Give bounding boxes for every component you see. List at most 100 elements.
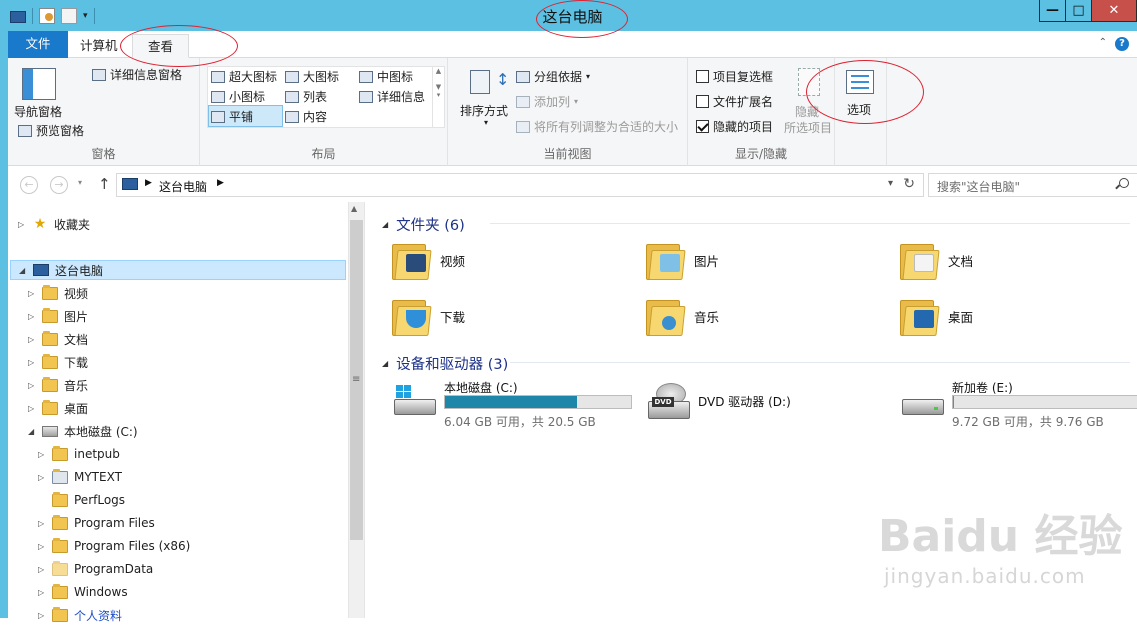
section-title: 文件夹 (6) (396, 218, 465, 234)
add-columns-button[interactable]: 添加列 ▾ (516, 93, 578, 110)
sort-by-button[interactable]: 排序方式 (460, 102, 508, 119)
tree-item[interactable]: ▷ ProgramData (38, 559, 153, 579)
chevron-down-icon[interactable]: ▾ (888, 178, 893, 189)
layout-content[interactable]: 内容 (285, 108, 327, 125)
chevron-up-icon[interactable]: ⌃ (1099, 37, 1107, 48)
layout-tiles[interactable]: 平铺 (211, 108, 253, 125)
chevron-right-icon[interactable]: ▶ (145, 178, 152, 188)
tree-item-local-disk[interactable]: ◢ 本地磁盘 (C:) (28, 421, 138, 441)
tree-item[interactable]: ▷ 音乐 (28, 375, 88, 395)
search-icon[interactable] (1119, 178, 1129, 188)
drive-item-e[interactable]: 新加卷 (E:) 9.72 GB 可用，共 9.76 GB (900, 379, 1137, 435)
expand-icon[interactable]: ▷ (28, 289, 36, 298)
video-folder-icon (392, 240, 432, 280)
hidden-items-toggle[interactable]: 隐藏的项目 (696, 118, 773, 135)
details-pane-button[interactable]: 详细信息窗格 (92, 66, 182, 83)
tree-item[interactable]: ▷ Windows (38, 582, 128, 602)
group-by-button[interactable]: 分组依据 ▾ (516, 68, 590, 85)
tree-item-favorites[interactable]: ▷ ★ 收藏夹 (18, 214, 90, 234)
folder-item[interactable]: 图片 (646, 240, 719, 280)
drive-item-c[interactable]: 本地磁盘 (C:) 6.04 GB 可用，共 20.5 GB (392, 379, 642, 435)
nav-pane-icon[interactable] (22, 68, 56, 100)
size-columns-button[interactable]: 将所有列调整为合适的大小 (516, 118, 678, 135)
chevron-right-icon[interactable]: ▶ (217, 178, 224, 188)
folder-item[interactable]: 下载 (392, 296, 465, 336)
chevron-down-icon[interactable]: ▾ (78, 178, 82, 187)
up-arrow-icon[interactable]: ↑ (98, 175, 111, 193)
forward-button[interactable]: → (50, 176, 68, 194)
tree-item[interactable]: ▷ 桌面 (28, 398, 88, 418)
help-icon[interactable]: ? (1115, 37, 1129, 51)
dvd-drive-icon: DVD (646, 383, 692, 423)
item-checkboxes-toggle[interactable]: 项目复选框 (696, 68, 773, 85)
expand-icon[interactable]: ▷ (18, 220, 26, 229)
section-header-folders[interactable]: ◢ 文件夹 (6) (382, 214, 1130, 235)
minimize-button[interactable]: — (1039, 0, 1066, 22)
collapse-icon[interactable]: ◢ (19, 266, 27, 275)
tree-item[interactable]: ▷ MYTEXT (38, 467, 122, 487)
tab-file[interactable]: 文件 (8, 31, 68, 58)
layout-m-icons[interactable]: 中图标 (359, 68, 413, 85)
expand-icon[interactable]: ▷ (28, 381, 36, 390)
tree-item[interactable]: ▷ 下载 (28, 352, 88, 372)
layout-gallery-scroll[interactable]: ▲ ▼ ▾ (432, 67, 444, 127)
address-bar[interactable]: ▶ 这台电脑 ▶ ▾ ↻ (116, 173, 924, 197)
tree-item[interactable]: PerfLogs (38, 490, 125, 510)
file-extensions-toggle[interactable]: 文件扩展名 (696, 93, 773, 110)
expand-icon[interactable]: ▷ (28, 335, 36, 344)
preview-pane-button[interactable]: 预览窗格 (18, 122, 84, 139)
grip-icon: ≡ (352, 374, 361, 385)
tree-item[interactable]: ▷ inetpub (38, 444, 120, 464)
collapse-icon[interactable]: ◢ (28, 427, 36, 436)
close-button[interactable]: ✕ (1091, 0, 1137, 22)
expand-icon[interactable]: ▷ (38, 588, 46, 597)
folder-icon (52, 514, 68, 530)
folder-item[interactable]: 音乐 (646, 296, 719, 336)
drive-item-d[interactable]: DVD DVD 驱动器 (D:) (646, 379, 896, 435)
layout-label: 大图标 (303, 70, 340, 84)
refresh-icon[interactable]: ↻ (903, 176, 915, 192)
tree-item[interactable]: ▷ 文档 (28, 329, 88, 349)
tab-computer[interactable]: 计算机 (70, 34, 128, 58)
tree-item[interactable]: ▷ Program Files (38, 513, 155, 533)
expand-icon[interactable]: ▷ (38, 473, 46, 482)
scroll-up-icon[interactable]: ▲ (351, 204, 357, 213)
checkbox-checked[interactable] (696, 120, 709, 133)
nav-pane-scrollbar[interactable]: ▲ ≡ (348, 202, 365, 618)
breadcrumb[interactable]: 这台电脑 (159, 178, 207, 195)
folder-item[interactable]: 视频 (392, 240, 465, 280)
checkbox[interactable] (696, 70, 709, 83)
item-label: 音乐 (694, 309, 720, 325)
tree-item[interactable]: ▷ 图片 (28, 306, 88, 326)
tree-item[interactable]: ▷ 个人资料 (38, 605, 122, 625)
layout-details[interactable]: 详细信息 (359, 88, 425, 105)
back-button[interactable]: ← (20, 176, 38, 194)
expand-icon[interactable]: ▷ (38, 565, 46, 574)
layout-s-icons[interactable]: 小图标 (211, 88, 265, 105)
collapse-icon[interactable]: ◢ (382, 220, 388, 229)
expand-icon[interactable]: ▷ (28, 312, 36, 321)
maximize-button[interactable]: □ (1065, 0, 1092, 22)
expand-icon[interactable]: ▷ (28, 404, 36, 413)
nav-pane-button[interactable]: 导航窗格 (14, 103, 62, 120)
usage-bar (444, 395, 632, 409)
expand-icon[interactable]: ▷ (28, 358, 36, 367)
checkbox[interactable] (696, 95, 709, 108)
tree-item[interactable]: ▷ 视频 (28, 283, 88, 303)
layout-list[interactable]: 列表 (285, 88, 327, 105)
collapse-icon[interactable]: ◢ (382, 359, 388, 368)
expand-icon[interactable]: ▷ (38, 542, 46, 551)
section-header-devices[interactable]: ◢ 设备和驱动器 (3) (382, 353, 1130, 374)
folder-item[interactable]: 桌面 (900, 296, 973, 336)
expand-icon[interactable]: ▷ (38, 450, 46, 459)
folder-item[interactable]: 文档 (900, 240, 973, 280)
expand-icon[interactable]: ▷ (38, 611, 46, 620)
expand-icon[interactable]: ▷ (38, 519, 46, 528)
search-box[interactable]: 搜索"这台电脑" (928, 173, 1137, 197)
layout-xl-icons[interactable]: 超大图标 (211, 68, 277, 85)
sort-icon[interactable]: ↕ (470, 68, 509, 98)
tree-item[interactable]: ▷ Program Files (x86) (38, 536, 190, 556)
layout-l-icons[interactable]: 大图标 (285, 68, 339, 85)
tree-item-this-pc[interactable]: ◢ 这台电脑 (10, 260, 346, 280)
video-folder-icon (42, 284, 58, 300)
